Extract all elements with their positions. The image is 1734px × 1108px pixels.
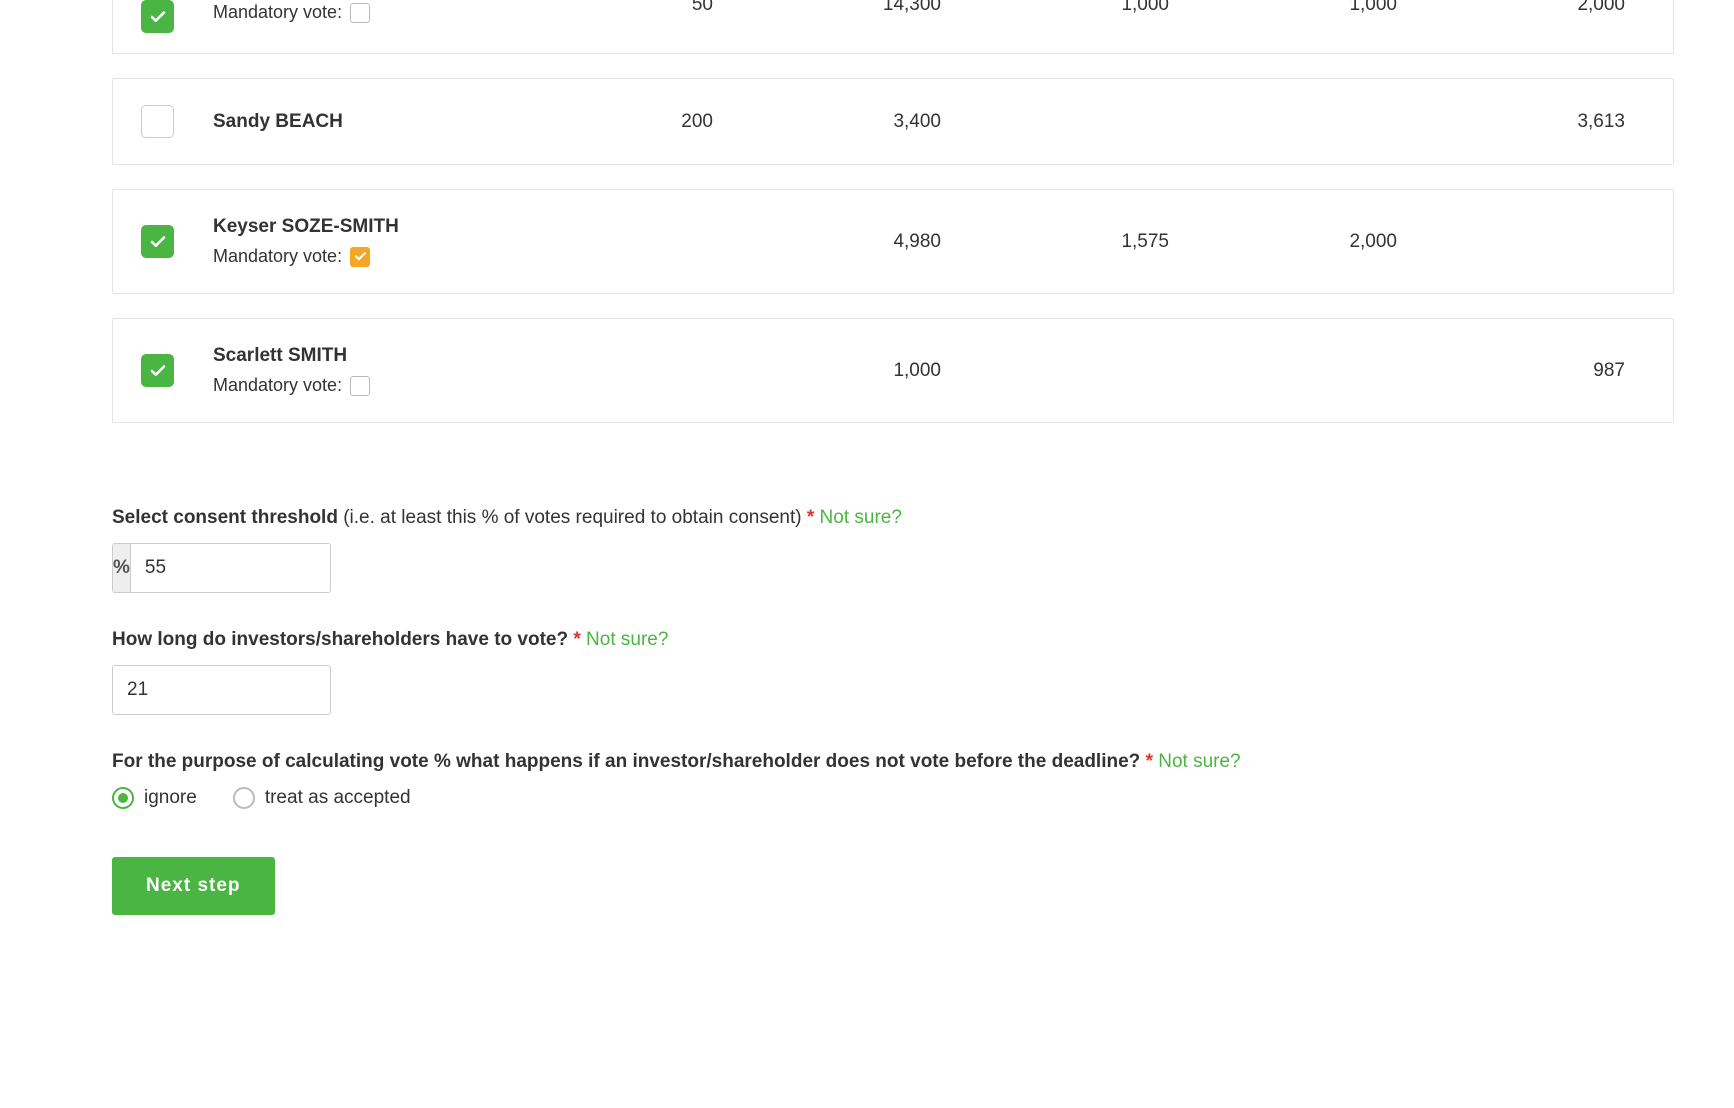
col-5-value: 987: [1425, 360, 1645, 382]
mandatory-vote-label: Mandatory vote:: [213, 375, 342, 396]
col-3-value: 1,000: [969, 0, 1189, 16]
investor-row: Keyser SOZE-SMITH Mandatory vote: 4,980 …: [112, 189, 1674, 294]
radio-ignore[interactable]: ignore: [112, 787, 197, 809]
select-checkbox[interactable]: [141, 105, 174, 138]
mandatory-vote-checkbox[interactable]: [350, 247, 370, 267]
duration-label: How long do investors/shareholders have …: [112, 629, 1674, 651]
col-2-value: 1,000: [741, 360, 961, 382]
radio-label: treat as accepted: [265, 787, 411, 809]
investor-name: Scarlett SMITH: [213, 345, 513, 367]
select-checkbox[interactable]: [141, 225, 174, 258]
threshold-label: Select consent threshold (i.e. at least …: [112, 507, 1674, 529]
radio-treat-as-accepted[interactable]: treat as accepted: [233, 787, 411, 809]
radio-dot-icon: [112, 787, 134, 809]
investor-row: Mandatory vote: 50 14,300 1,000 1,000 2,…: [112, 0, 1674, 54]
percent-addon: %: [113, 544, 131, 592]
duration-input-group: ▲▼: [112, 665, 331, 715]
threshold-input-group: % ▲▼: [112, 543, 331, 593]
select-checkbox[interactable]: [141, 0, 174, 33]
investor-name: Keyser SOZE-SMITH: [213, 216, 513, 238]
novote-label: For the purpose of calculating vote % wh…: [112, 751, 1674, 773]
select-checkbox[interactable]: [141, 354, 174, 387]
col-3-value: [969, 360, 1189, 382]
col-1-value: 200: [513, 111, 733, 133]
investor-row: Sandy BEACH 200 3,400 3,613: [112, 78, 1674, 165]
duration-input[interactable]: [113, 666, 331, 714]
col-4-value: [1197, 111, 1417, 133]
col-5-value: 3,613: [1425, 111, 1645, 133]
investor-name: Sandy BEACH: [213, 111, 513, 133]
col-2-value: 14,300: [741, 0, 961, 16]
col-4-value: [1197, 360, 1417, 382]
mandatory-vote-label: Mandatory vote:: [213, 246, 342, 267]
col-2-value: 3,400: [741, 111, 961, 133]
next-step-button[interactable]: Next step: [112, 857, 275, 915]
col-5-value: 2,000: [1425, 0, 1645, 16]
not-sure-link[interactable]: Not sure?: [581, 629, 669, 650]
col-1-value: [513, 360, 733, 382]
threshold-input[interactable]: [131, 544, 331, 592]
col-1-value: [513, 231, 733, 253]
investor-row: Scarlett SMITH Mandatory vote: 1,000 987: [112, 318, 1674, 423]
col-4-value: 1,000: [1197, 0, 1417, 16]
not-sure-link[interactable]: Not sure?: [1153, 751, 1241, 772]
col-4-value: 2,000: [1197, 231, 1417, 253]
mandatory-vote-label: Mandatory vote:: [213, 2, 342, 23]
col-5-value: [1425, 231, 1645, 253]
not-sure-link[interactable]: Not sure?: [814, 507, 902, 528]
col-3-value: 1,575: [969, 231, 1189, 253]
mandatory-vote-checkbox[interactable]: [350, 376, 370, 396]
radio-label: ignore: [144, 787, 197, 809]
col-2-value: 4,980: [741, 231, 961, 253]
col-1-value: 50: [513, 0, 733, 16]
radio-dot-icon: [233, 787, 255, 809]
mandatory-vote-checkbox[interactable]: [350, 3, 370, 23]
col-3-value: [969, 111, 1189, 133]
